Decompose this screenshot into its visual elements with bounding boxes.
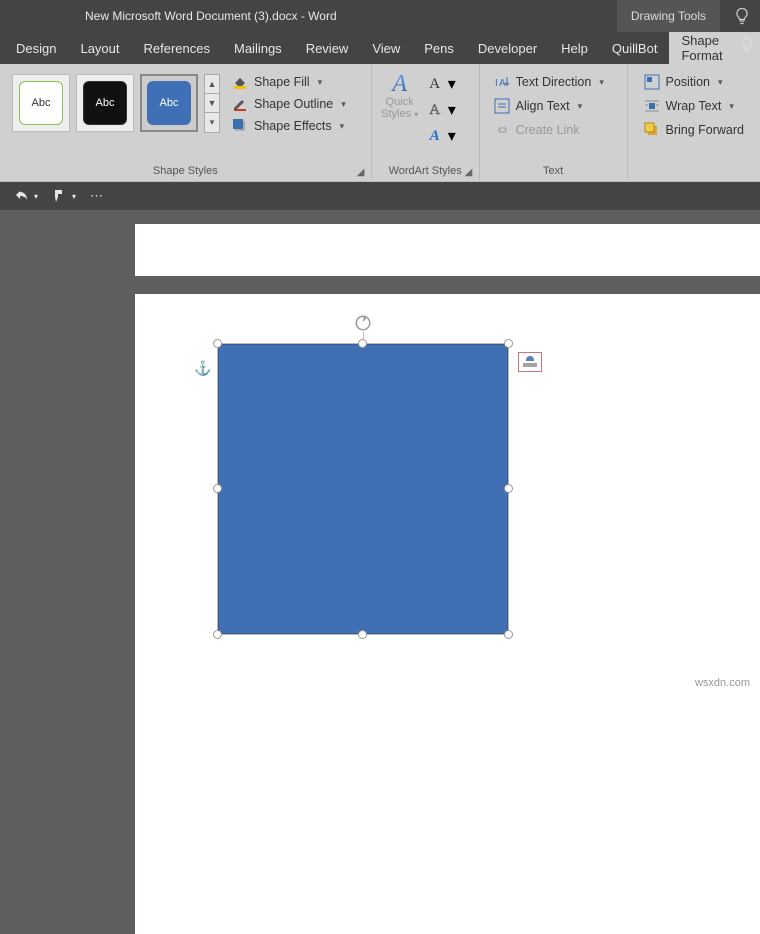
qat-more-button[interactable]: ⋯ bbox=[90, 188, 103, 204]
resize-handle-e[interactable] bbox=[504, 484, 513, 493]
text-direction-button[interactable]: IA Text Direction▾ bbox=[494, 74, 613, 90]
undo-icon bbox=[14, 188, 30, 204]
page[interactable]: ⚓ bbox=[135, 294, 760, 934]
create-link-button: Create Link bbox=[494, 122, 613, 138]
resize-handle-se[interactable] bbox=[504, 630, 513, 639]
text-fill-button[interactable]: A▾ bbox=[426, 74, 456, 94]
effects-icon bbox=[232, 118, 248, 134]
layout-options-button[interactable] bbox=[518, 352, 542, 372]
quick-access-toolbar: ▾ ▾ ⋯ bbox=[0, 182, 760, 210]
shape-effects-button[interactable]: Shape Effects▾ bbox=[232, 118, 346, 134]
tab-design[interactable]: Design bbox=[4, 32, 68, 64]
bring-forward-icon bbox=[644, 122, 660, 138]
bucket-icon bbox=[232, 74, 248, 90]
undo-button[interactable]: ▾ bbox=[14, 188, 38, 204]
tab-help[interactable]: Help bbox=[549, 32, 600, 64]
style-thumb-1[interactable]: Abc bbox=[12, 74, 70, 132]
anchor-icon[interactable]: ⚓ bbox=[194, 360, 211, 377]
bring-forward-button[interactable]: Bring Forward bbox=[644, 122, 745, 138]
position-icon bbox=[644, 74, 660, 90]
gallery-down-icon[interactable]: ▼ bbox=[205, 94, 219, 113]
resize-handle-w[interactable] bbox=[213, 484, 222, 493]
tab-view[interactable]: View bbox=[360, 32, 412, 64]
ribbon-tabs: Design Layout References Mailings Review… bbox=[0, 32, 760, 64]
group-shape-styles: Abc Abc Abc ▲ ▼ ▾ Shape Fill▾ Shape Outl… bbox=[0, 64, 372, 181]
paintbrush-icon bbox=[52, 188, 68, 204]
link-icon bbox=[494, 122, 510, 138]
style-thumb-2[interactable]: Abc bbox=[76, 74, 134, 132]
text-fill-icon: A bbox=[426, 76, 444, 93]
layout-options-icon bbox=[522, 356, 538, 368]
text-outline-icon: A bbox=[426, 102, 444, 119]
tab-review[interactable]: Review bbox=[294, 32, 361, 64]
gallery-expand-icon[interactable]: ▾ bbox=[205, 113, 219, 132]
shape-fill-button[interactable]: Shape Fill▾ bbox=[232, 74, 346, 90]
tab-developer[interactable]: Developer bbox=[466, 32, 549, 64]
resize-handle-s[interactable] bbox=[358, 630, 367, 639]
wordart-a-icon: A bbox=[380, 72, 420, 96]
gallery-more-button[interactable]: ▲ ▼ ▾ bbox=[204, 74, 220, 133]
text-effects-icon: A bbox=[426, 128, 444, 145]
dialog-launcher-shape-styles[interactable]: ◢ bbox=[357, 167, 367, 177]
document-canvas[interactable]: ⚓ bbox=[0, 210, 760, 695]
position-button[interactable]: Position▾ bbox=[644, 74, 745, 90]
gallery-up-icon[interactable]: ▲ bbox=[205, 75, 219, 94]
rotate-handle[interactable] bbox=[354, 314, 372, 332]
group-wordart-styles: A Quick Styles ▾ A▾ A▾ A▾ WordArt Styles… bbox=[372, 64, 480, 181]
dialog-launcher-wordart[interactable]: ◢ bbox=[465, 167, 475, 177]
document-title: New Microsoft Word Document (3).docx - W… bbox=[0, 9, 337, 23]
wrap-text-button[interactable]: Wrap Text▾ bbox=[644, 98, 745, 114]
tab-layout[interactable]: Layout bbox=[68, 32, 131, 64]
page-fragment-top bbox=[135, 224, 760, 276]
tab-pens[interactable]: Pens bbox=[412, 32, 466, 64]
wrap-text-icon bbox=[644, 98, 660, 114]
contextual-tab-drawing-tools[interactable]: Drawing Tools bbox=[617, 0, 720, 32]
text-effects-button[interactable]: A▾ bbox=[426, 126, 456, 146]
shape-outline-button[interactable]: Shape Outline▾ bbox=[232, 96, 346, 112]
svg-text:I: I bbox=[495, 78, 498, 89]
group-label-wordart: WordArt Styles bbox=[380, 165, 471, 179]
quick-styles-button[interactable]: A Quick Styles ▾ bbox=[380, 72, 420, 120]
align-text-icon bbox=[494, 98, 510, 114]
group-label-shape-styles: Shape Styles bbox=[8, 165, 363, 179]
style-thumb-3[interactable]: Abc bbox=[140, 74, 198, 132]
tab-quillbot[interactable]: QuillBot bbox=[600, 32, 670, 64]
resize-handle-ne[interactable] bbox=[504, 339, 513, 348]
rectangle-shape[interactable] bbox=[218, 344, 508, 634]
pen-icon bbox=[232, 96, 248, 112]
title-bar: New Microsoft Word Document (3).docx - W… bbox=[0, 0, 760, 32]
align-text-button[interactable]: Align Text▾ bbox=[494, 98, 613, 114]
group-text: IA Text Direction▾ Align Text▾ Create Li… bbox=[480, 64, 628, 181]
tell-me-icon[interactable] bbox=[738, 36, 756, 54]
text-direction-icon: IA bbox=[494, 74, 510, 90]
format-painter-button[interactable]: ▾ bbox=[52, 188, 76, 204]
lightbulb-icon bbox=[732, 6, 752, 26]
tab-mailings[interactable]: Mailings bbox=[222, 32, 294, 64]
tab-references[interactable]: References bbox=[132, 32, 222, 64]
resize-handle-nw[interactable] bbox=[213, 339, 222, 348]
watermark: wsxdn.com bbox=[695, 677, 750, 689]
shape-style-gallery[interactable]: Abc Abc Abc bbox=[8, 68, 202, 138]
group-label-text: Text bbox=[488, 165, 619, 179]
text-outline-button[interactable]: A▾ bbox=[426, 100, 456, 120]
ribbon: Abc Abc Abc ▲ ▼ ▾ Shape Fill▾ Shape Outl… bbox=[0, 64, 760, 182]
group-arrange: Position▾ Wrap Text▾ Bring Forward bbox=[628, 64, 760, 181]
resize-handle-sw[interactable] bbox=[213, 630, 222, 639]
selected-shape-container[interactable]: ⚓ bbox=[218, 344, 508, 634]
resize-handle-n[interactable] bbox=[358, 339, 367, 348]
